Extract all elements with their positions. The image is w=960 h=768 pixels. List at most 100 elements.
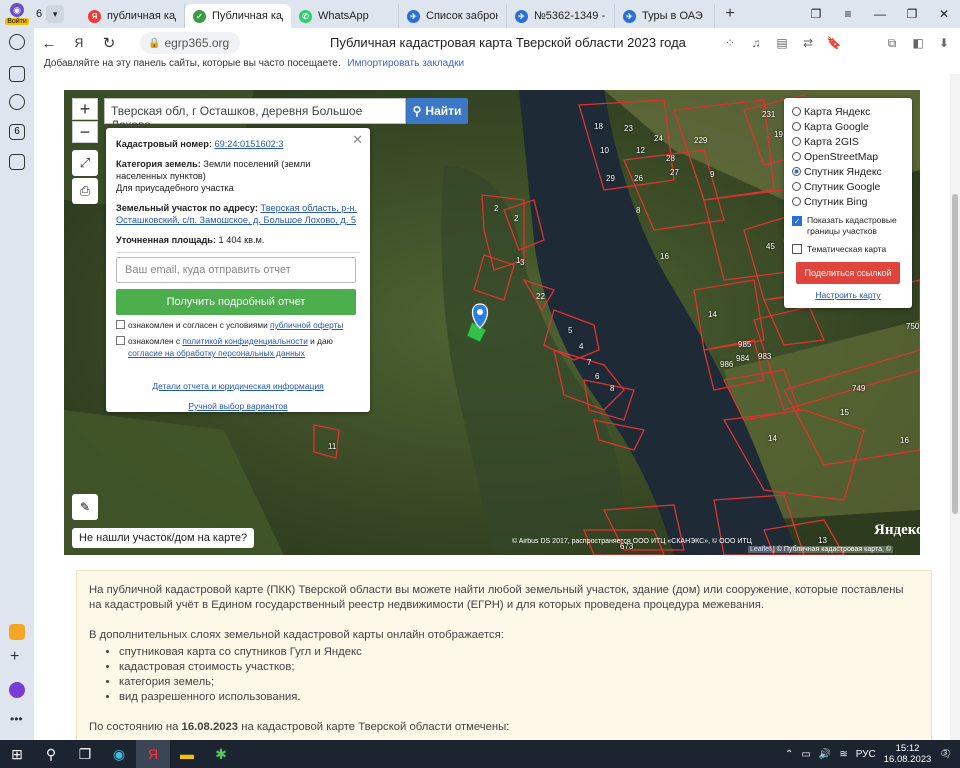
more-icon[interactable]: ••• (10, 712, 23, 726)
tab-whatsapp[interactable]: ✆ WhatsApp (291, 4, 399, 28)
headphones-icon[interactable]: ♫ (746, 33, 766, 53)
chevron-up-icon[interactable]: ⌃ (785, 749, 793, 760)
status-date: 16.08.2023 (181, 721, 239, 733)
tab-count-icon[interactable]: 6 (9, 124, 25, 140)
layers-list: спутниковая карта со спутников Гугл и Ян… (119, 645, 919, 705)
cadastral-checkbox[interactable]: ✓ (792, 216, 802, 226)
notifications-icon[interactable]: 🗨 3 (939, 749, 952, 760)
tab-egrp365[interactable]: ✓ Публичная кадастро (185, 4, 291, 28)
url-field[interactable]: 🔒 egrp365.org (140, 32, 240, 54)
email-input[interactable]: Ваш email, куда отправить отчет (116, 257, 356, 283)
layer-radio[interactable] (792, 122, 801, 131)
reload-icon[interactable]: ↻ (94, 34, 124, 52)
bookmarks-panel-icon[interactable]: ❐ (800, 7, 832, 21)
app-icon[interactable]: ✱ (204, 740, 238, 768)
zoom-in-button[interactable]: + (72, 98, 98, 120)
layer-radio[interactable] (792, 107, 801, 116)
back-icon[interactable]: ← (34, 35, 64, 52)
privacy-link[interactable]: политикой конфиденциальности (182, 336, 307, 346)
list-item: категория земель; (119, 675, 919, 690)
parcel-label: 16 (900, 436, 909, 445)
clock[interactable]: 15:12 16.08.2023 (884, 743, 932, 765)
search-icon[interactable]: ⚲ (34, 740, 68, 768)
layer-radio[interactable] (792, 182, 801, 191)
personal-data-link[interactable]: согласие на обработку персональных данны… (128, 348, 305, 358)
map-search-input[interactable]: Тверская обл, г Осташков, деревня Большо… (104, 98, 406, 132)
layer-option[interactable]: Карта Яндекс (792, 104, 904, 119)
thematic-option[interactable]: Тематическая карта (792, 241, 904, 256)
play-icon[interactable] (9, 94, 25, 110)
wifi-icon[interactable]: ≋ (839, 749, 847, 760)
show-cadastral-option[interactable]: ✓ Показать кадастровые границы участков (792, 215, 904, 237)
language-indicator[interactable]: РУС (856, 749, 876, 760)
yandex-browser-icon[interactable]: Я (136, 740, 170, 768)
layer-radio[interactable] (792, 167, 801, 176)
menu-icon[interactable]: ≡ (832, 7, 864, 21)
chevron-down-icon[interactable]: ▾ (46, 5, 65, 23)
apps-icon[interactable]: ⁘ (720, 33, 740, 53)
import-bookmarks-link[interactable]: Импортировать закладки (347, 58, 464, 69)
windows-start-icon[interactable]: ⊞ (0, 740, 34, 768)
share-link-button[interactable]: Поделиться ссылкой (796, 262, 900, 284)
add-icon[interactable]: + (10, 648, 19, 666)
manual-select-link[interactable]: Ручной выбор вариантов (188, 401, 287, 411)
get-report-button[interactable]: Получить подробный отчет (116, 289, 356, 315)
reader-icon[interactable]: ▤ (772, 33, 792, 53)
messenger-icon[interactable] (9, 154, 25, 170)
layer-radio[interactable] (792, 197, 801, 206)
close-icon[interactable]: ✕ (352, 132, 363, 148)
layer-option[interactable]: OpenStreetMap (792, 149, 904, 164)
profile-button[interactable]: ◉ Войти (0, 0, 34, 28)
print-icon[interactable]: ⎙ (72, 178, 98, 204)
file-explorer-icon[interactable]: ▬ (170, 740, 204, 768)
layer-radio[interactable] (792, 137, 801, 146)
cad-number-link[interactable]: 69:24:0151602:3 (214, 139, 283, 149)
volume-icon[interactable]: 🔊 (819, 749, 831, 760)
thematic-checkbox[interactable] (792, 243, 802, 254)
new-tab-button[interactable]: + (715, 5, 745, 23)
tab-bookings[interactable]: ✈ Список забронированн (399, 4, 507, 28)
ruler-icon[interactable]: ✎ (72, 494, 98, 520)
leaflet-link[interactable]: Leaflet (750, 546, 771, 553)
page-scrollbar[interactable] (950, 74, 960, 740)
offer-checkbox[interactable] (116, 320, 125, 329)
scrollbar-thumb[interactable] (952, 194, 958, 514)
maximize-button[interactable]: ❐ (896, 7, 928, 21)
task-view-icon[interactable]: ❐ (68, 740, 102, 768)
layer-radio[interactable] (792, 152, 801, 161)
collections-icon[interactable]: ⧉ (882, 33, 902, 53)
layer-option[interactable]: Спутник Яндекс (792, 164, 904, 179)
close-button[interactable]: ✕ (928, 7, 960, 21)
network-icon[interactable]: ▭ (801, 749, 810, 760)
minimize-button[interactable]: — (864, 7, 896, 21)
tab-tours[interactable]: ✈ Туры в ОАЭ из Мос (615, 4, 715, 28)
privacy-checkbox[interactable] (116, 336, 125, 345)
fullscreen-icon[interactable]: ⤢ (72, 150, 98, 176)
edge-icon[interactable]: ◉ (102, 740, 136, 768)
layer-options: Карта Яндекс Карта Google Карта 2GIS OpenSt… (792, 104, 904, 209)
tab-yandex-search[interactable]: Я публичная кадастро (80, 4, 185, 28)
layer-option[interactable]: Карта 2GIS (792, 134, 904, 149)
not-found-button[interactable]: Не нашли участок/дом на карте? (72, 528, 255, 548)
zoom-out-button[interactable]: − (72, 121, 98, 143)
collections-icon[interactable] (9, 66, 25, 82)
layer-option[interactable]: Карта Google (792, 119, 904, 134)
cadastral-map[interactable]: 18 23 24 229 10 12 28 29 26 27 9 8 231 19 45 16 2 2 3 1 22 5 4… (64, 90, 920, 555)
bookmark-icon[interactable]: 🔖 (824, 33, 844, 53)
history-icon[interactable] (9, 34, 25, 50)
tab-order[interactable]: ✈ №5362-1349 - заказ (507, 4, 615, 28)
details-link[interactable]: Детали отчета и юридическая информация (152, 381, 323, 391)
zen-icon[interactable] (9, 624, 25, 640)
download-icon[interactable]: ⬇ (934, 33, 954, 53)
layer-option[interactable]: Спутник Bing (792, 194, 904, 209)
tab-count-button[interactable]: 6 ▾ (36, 4, 80, 24)
parcel-label: 231 (762, 110, 776, 119)
layer-option[interactable]: Спутник Google (792, 179, 904, 194)
translate-icon[interactable]: ⇄ (798, 33, 818, 53)
yandex-logo-icon[interactable]: Я (64, 36, 94, 50)
extensions-icon[interactable]: ◧ (908, 33, 928, 53)
alice-icon[interactable] (9, 682, 25, 698)
find-button[interactable]: ⚲ Найти (406, 98, 468, 124)
offer-link[interactable]: публичной оферты (270, 320, 343, 330)
setup-map-link[interactable]: Настроить карту (792, 290, 904, 300)
